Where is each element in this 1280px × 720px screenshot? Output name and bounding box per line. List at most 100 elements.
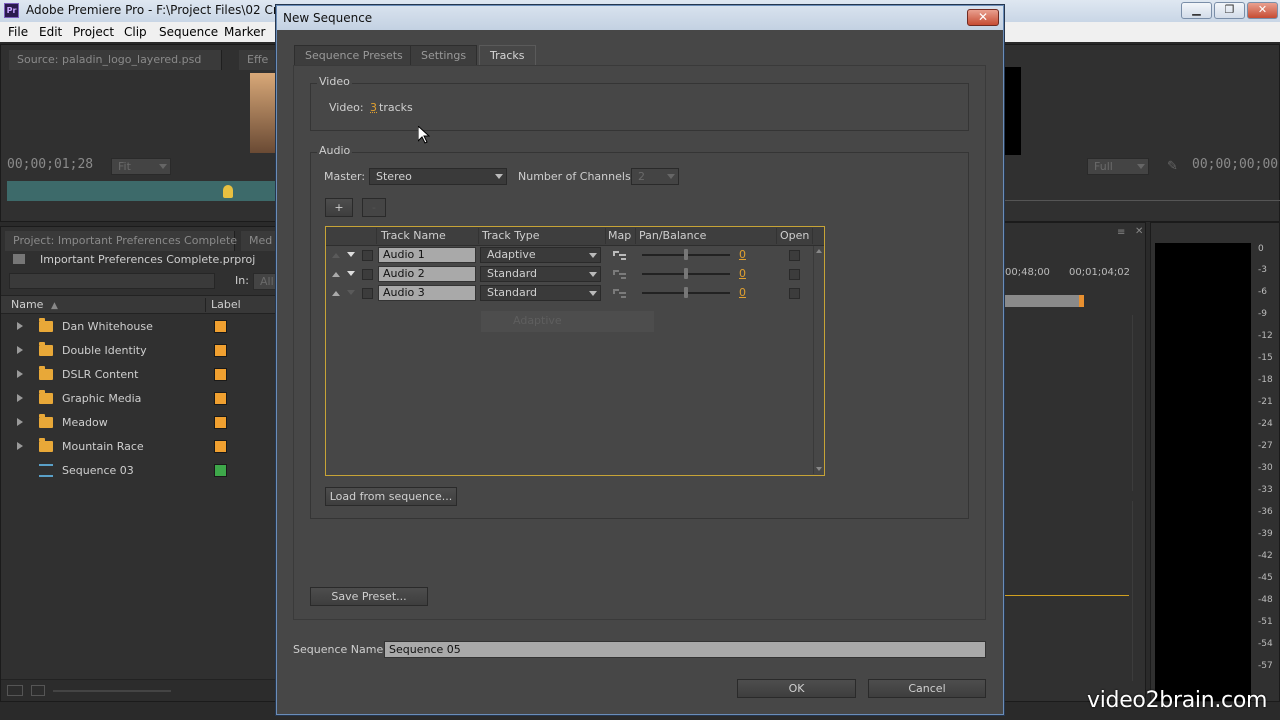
track-select-checkbox[interactable] [362,288,373,299]
move-up-icon[interactable] [332,253,340,258]
program-timecode[interactable]: 00;00;00;00 [1192,157,1278,172]
menu-sequence[interactable]: Sequence [159,25,218,39]
timeline-audio-scrollbar[interactable] [1132,501,1144,681]
channel-map-icon[interactable] [613,268,627,280]
expand-triangle-icon[interactable] [17,370,23,378]
project-item-row[interactable]: Mountain Race [9,435,276,459]
column-name-header[interactable]: Name [11,298,43,311]
expand-triangle-icon[interactable] [17,346,23,354]
move-down-icon[interactable] [347,290,355,295]
work-area-bar[interactable] [1005,295,1081,307]
track-type-select[interactable]: Standard [480,285,601,301]
pan-slider[interactable] [642,254,730,256]
pan-value[interactable]: 0 [739,248,746,261]
project-item-row[interactable]: Double Identity [9,339,276,363]
project-item-row[interactable]: Sequence 03 [9,459,276,483]
pan-slider-knob[interactable] [684,268,688,279]
minimize-button[interactable]: ▁ [1181,2,1212,19]
work-area-handle[interactable] [1079,295,1084,307]
move-up-icon[interactable] [332,272,340,277]
dialog-close-button[interactable]: ✕ [967,9,999,26]
track-select-checkbox[interactable] [362,250,373,261]
expand-triangle-icon[interactable] [17,418,23,426]
source-timecode[interactable]: 00;00;01;28 [7,157,93,172]
tab-source[interactable]: Source: paladin_logo_layered.psd [9,50,222,70]
menu-edit[interactable]: Edit [39,25,62,39]
icon-view-icon[interactable] [31,685,45,696]
menu-marker[interactable]: Marker [224,25,265,39]
app-close-button[interactable]: ✕ [1247,2,1278,19]
zoom-slider[interactable] [53,690,171,692]
col-track-name[interactable]: Track Name [381,229,446,242]
channel-map-icon[interactable] [613,249,627,261]
open-checkbox[interactable] [789,269,800,280]
pan-slider[interactable] [642,273,730,275]
scroll-down-icon[interactable] [816,467,822,471]
col-track-type[interactable]: Track Type [482,229,540,242]
track-name-field[interactable]: Audio 3 [378,285,476,301]
expand-triangle-icon[interactable] [17,442,23,450]
project-item-row[interactable]: DSLR Content [9,363,276,387]
tab-effects[interactable]: Effe [239,50,277,70]
sequence-name-input[interactable]: Sequence 05 [384,641,986,658]
source-zoom-select[interactable]: Fit [111,158,171,175]
add-track-button[interactable]: + [325,198,353,217]
source-timeruler[interactable] [7,181,277,201]
dialog-titlebar[interactable]: New Sequence ✕ [277,6,1003,30]
timeline-video-scrollbar[interactable] [1132,315,1144,491]
cancel-button[interactable]: Cancel [868,679,986,698]
tracks-table-scrollbar[interactable] [813,246,823,474]
project-item-row[interactable]: Dan Whitehouse [9,315,276,339]
track-name-field[interactable]: Audio 1 [378,247,476,263]
tab-sequence-presets[interactable]: Sequence Presets [294,45,414,65]
audio-track-row[interactable]: Audio 1 Adaptive 0 [326,246,812,265]
open-checkbox[interactable] [789,250,800,261]
audio-track-row[interactable]: Audio 3 Standard 0 [326,284,812,303]
sort-ascending-icon[interactable]: ▲ [51,301,58,311]
tab-tracks[interactable]: Tracks [479,45,536,65]
scroll-up-icon[interactable] [816,249,822,253]
tab-media[interactable]: Med [241,231,277,251]
move-down-icon[interactable] [347,252,355,257]
remove-track-button[interactable]: - [362,198,386,217]
track-type-select[interactable]: Adaptive [480,247,601,263]
audio-track-row[interactable]: Audio 2 Standard 0 [326,265,812,284]
track-name-field[interactable]: Audio 2 [378,266,476,282]
open-checkbox[interactable] [789,288,800,299]
channels-select[interactable]: 2 [631,168,679,185]
move-up-icon[interactable] [332,291,340,296]
project-search-input[interactable] [9,273,215,289]
pan-value[interactable]: 0 [739,286,746,299]
tab-project[interactable]: Project: Important Preferences Complete [5,231,235,251]
col-open[interactable]: Open [780,229,809,242]
in-select[interactable]: All [253,273,277,290]
panel-menu-icon[interactable]: ≡ [1117,227,1125,238]
expand-triangle-icon[interactable] [17,394,23,402]
program-zoom-select[interactable]: Full [1087,158,1149,175]
ok-button[interactable]: OK [737,679,856,698]
pan-slider-knob[interactable] [684,287,688,298]
tab-settings[interactable]: Settings [410,45,477,65]
maximize-button[interactable]: ❐ [1214,2,1245,19]
menu-file[interactable]: File [8,25,28,39]
master-select[interactable]: Stereo [369,168,507,185]
wrench-icon[interactable]: ✎ [1167,159,1181,173]
move-down-icon[interactable] [347,271,355,276]
pan-slider-knob[interactable] [684,249,688,260]
playhead-marker-icon[interactable] [223,185,233,198]
col-map[interactable]: Map [608,229,631,242]
pan-slider[interactable] [642,292,730,294]
close-panel-icon[interactable]: ✕ [1135,226,1143,237]
col-pan-balance[interactable]: Pan/Balance [639,229,706,242]
column-label-header[interactable]: Label [211,298,241,311]
pan-value[interactable]: 0 [739,267,746,280]
load-from-sequence-button[interactable]: Load from sequence... [325,487,457,506]
video-track-count[interactable]: 3 [370,101,377,114]
list-view-icon[interactable] [7,685,23,696]
channel-map-icon[interactable] [613,287,627,299]
expand-triangle-icon[interactable] [17,322,23,330]
track-select-checkbox[interactable] [362,269,373,280]
save-preset-button[interactable]: Save Preset... [310,587,428,606]
project-item-row[interactable]: Graphic Media [9,387,276,411]
menu-clip[interactable]: Clip [124,25,147,39]
